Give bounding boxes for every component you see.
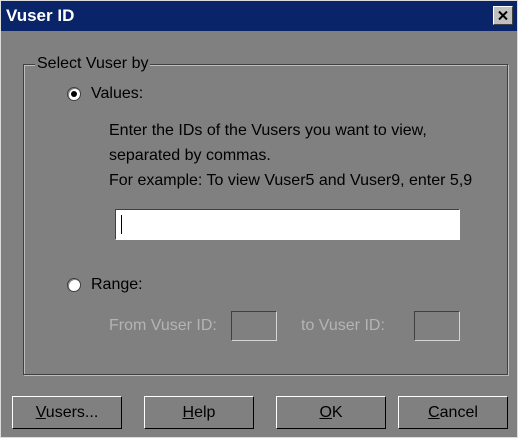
from-vuser-id-input[interactable] [231, 311, 277, 341]
vusers-button[interactable]: Vusers... [12, 396, 122, 429]
vuser-ids-input[interactable] [115, 209, 460, 240]
cancel-button[interactable]: Cancel [398, 396, 508, 429]
from-vuser-id-label: From Vuser ID: [109, 317, 217, 334]
ok-button[interactable]: OK [276, 396, 386, 429]
vusers-label-rest: users... [45, 404, 99, 421]
help-mnemonic: H [182, 404, 195, 421]
radio-selected-dot [71, 91, 77, 97]
vuser-id-dialog: Vuser ID Select Vuser by Values: Enter t… [0, 0, 518, 438]
ok-mnemonic: O [319, 404, 332, 421]
instruction-line-2: separated by commas. [109, 147, 271, 164]
help-label-rest: elp [194, 404, 216, 421]
to-vuser-id-label: to Vuser ID: [301, 317, 385, 334]
groupbox-legend: Select Vuser by [35, 55, 151, 73]
window-title: Vuser ID [6, 6, 75, 25]
instruction-line-1: Enter the IDs of the Vusers you want to … [109, 122, 427, 139]
range-radio[interactable] [67, 278, 81, 292]
instruction-line-3: For example: To view Vuser5 and Vuser9, … [109, 172, 473, 189]
cancel-label-rest: ancel [439, 404, 478, 421]
close-button[interactable] [493, 6, 513, 25]
close-icon [498, 11, 508, 20]
values-radio-label[interactable]: Values: [91, 85, 143, 103]
title-bar[interactable]: Vuser ID [1, 1, 517, 31]
ok-label-rest: K [331, 404, 343, 421]
range-radio-label[interactable]: Range: [91, 276, 143, 294]
vusers-mnemonic: V [35, 404, 46, 421]
cancel-mnemonic: C [428, 404, 440, 421]
values-radio[interactable] [67, 87, 81, 101]
help-button[interactable]: Help [144, 396, 254, 429]
text-caret [121, 215, 122, 234]
to-vuser-id-input[interactable] [414, 311, 460, 341]
